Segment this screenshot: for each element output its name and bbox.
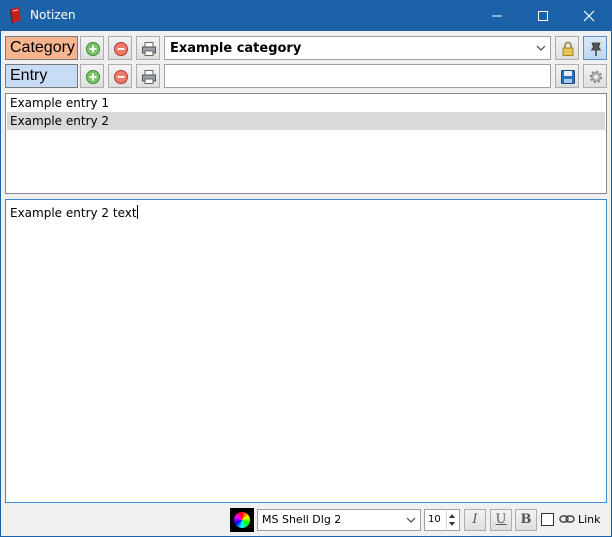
underline-button[interactable]: U (490, 509, 512, 531)
remove-icon (114, 42, 128, 56)
font-size-spinner[interactable]: 10 (424, 509, 460, 531)
add-icon (86, 70, 100, 84)
print-icon (142, 70, 156, 84)
link-checkbox[interactable] (541, 513, 554, 526)
italic-button[interactable]: I (464, 509, 486, 531)
entry-name-input[interactable] (164, 64, 551, 88)
maximize-icon (538, 11, 548, 21)
maximize-button[interactable] (520, 0, 566, 31)
list-item[interactable]: Example entry 1 (6, 94, 606, 112)
remove-category-button[interactable] (108, 36, 132, 60)
entry-list[interactable]: Example entry 1 Example entry 2 (5, 93, 607, 194)
add-category-button[interactable] (80, 36, 104, 60)
remove-icon (114, 70, 128, 84)
text-color-button[interactable] (230, 508, 254, 532)
list-item-selected[interactable]: Example entry 2 (7, 112, 605, 130)
add-icon (86, 42, 100, 56)
window-title: Notizen (30, 8, 76, 22)
spinner-arrows-icon[interactable] (446, 511, 458, 529)
settings-button[interactable] (583, 64, 607, 88)
remove-entry-button[interactable] (108, 64, 132, 88)
editor-text: Example entry 2 text (10, 206, 137, 220)
lock-category-button[interactable] (555, 36, 579, 60)
category-label: Category (5, 36, 78, 60)
pin-icon (590, 42, 602, 56)
window-frame-left (0, 31, 1, 537)
gear-icon (589, 70, 603, 84)
category-select-value: Example category (170, 41, 302, 56)
minimize-button[interactable] (474, 0, 520, 31)
close-button[interactable] (566, 0, 612, 31)
print-entry-button[interactable] (136, 64, 160, 88)
entry-text-editor[interactable]: Example entry 2 text (5, 199, 607, 503)
save-entry-button[interactable] (555, 64, 579, 88)
color-wheel-icon (234, 512, 250, 528)
entry-label: Entry (5, 64, 78, 88)
lock-icon (562, 41, 574, 56)
add-entry-button[interactable] (80, 64, 104, 88)
link-icon (559, 515, 575, 523)
save-icon (561, 70, 575, 84)
close-icon (583, 10, 595, 22)
category-select[interactable]: Example category (164, 36, 551, 60)
font-family-value: MS Shell Dlg 2 (262, 513, 342, 526)
minimize-icon (492, 15, 502, 17)
pin-window-button[interactable] (583, 36, 607, 60)
chevron-down-icon (536, 45, 546, 51)
text-caret (136, 205, 138, 219)
chevron-down-icon (406, 517, 416, 523)
font-size-value: 10 (428, 514, 441, 525)
print-category-button[interactable] (136, 36, 160, 60)
bold-button[interactable]: B (515, 509, 537, 531)
print-icon (142, 42, 156, 56)
font-family-select[interactable]: MS Shell Dlg 2 (257, 509, 421, 531)
book-icon (9, 7, 23, 24)
title-bar: Notizen (0, 0, 612, 31)
link-label: Link (578, 513, 601, 526)
